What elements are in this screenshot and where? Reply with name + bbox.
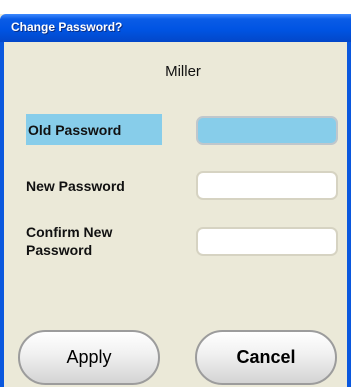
confirm-password-label: Confirm New Password [26,224,113,258]
window-frame-left [0,42,4,387]
change-password-dialog: Change Password? Miller Old Password New… [0,14,351,387]
old-password-label: Old Password [26,114,162,145]
cancel-button[interactable]: Cancel [195,330,337,385]
username-label: Miller [165,63,201,80]
apply-button[interactable]: Apply [18,330,160,385]
old-password-field[interactable] [196,116,338,145]
new-password-label: New Password [26,178,125,194]
title-bar[interactable]: Change Password? [0,14,351,42]
window-frame-right [347,42,351,387]
new-password-field[interactable] [196,171,338,200]
old-password-label-text: Old Password [28,121,122,138]
confirm-password-field[interactable] [196,227,338,256]
dialog-title: Change Password? [11,20,123,34]
